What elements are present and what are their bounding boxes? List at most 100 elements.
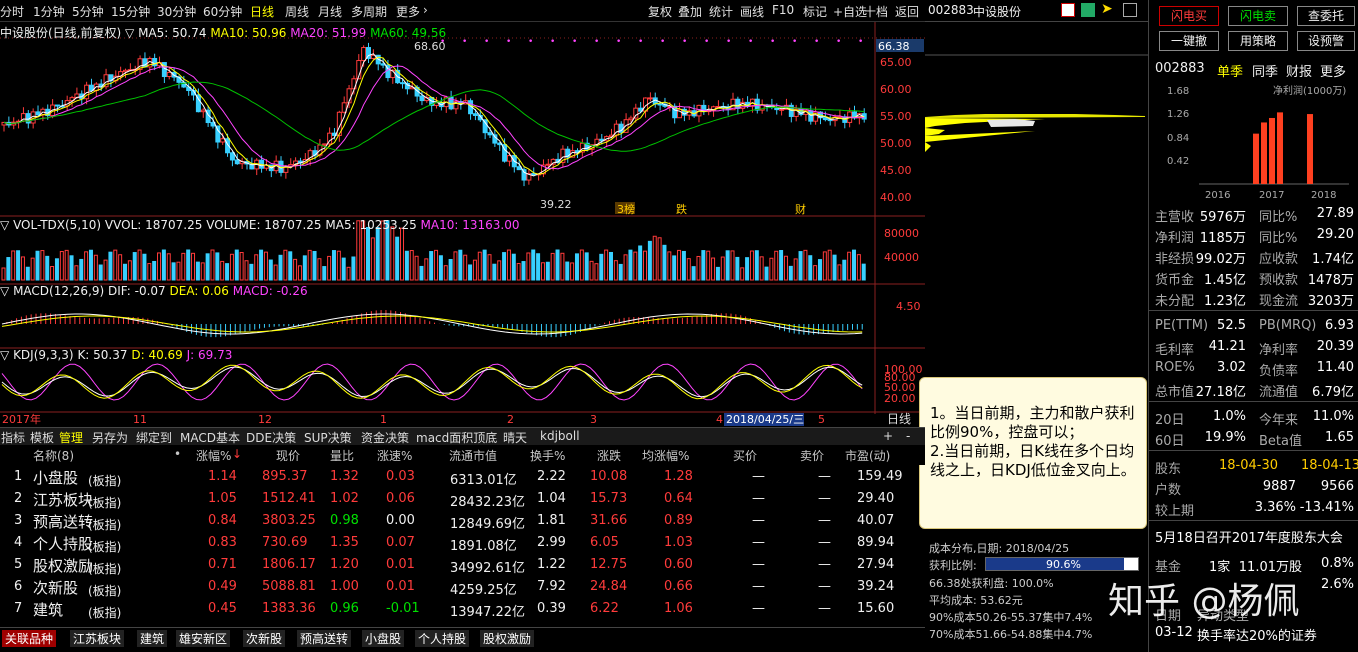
col-vr[interactable]: 量比	[330, 447, 354, 464]
tab-template[interactable]: 模板	[30, 429, 54, 446]
col-avg[interactable]: 均涨幅%	[642, 447, 689, 464]
tab-macd-area[interactable]: macd面积顶底	[416, 429, 497, 446]
event-die[interactable]: 跌	[676, 202, 687, 216]
fin-l1: 非经损	[1155, 252, 1195, 267]
tool-add-watch[interactable]: +自选	[833, 3, 867, 20]
volume-bar	[783, 255, 788, 281]
tool-draw[interactable]: 画线	[740, 3, 764, 20]
signal-dot: •	[462, 37, 467, 47]
tab-jiangsu[interactable]: 江苏板块	[70, 630, 125, 647]
tab-sup[interactable]: SUP决策	[304, 429, 352, 446]
period-week[interactable]: 周线	[285, 3, 309, 20]
tool-stats[interactable]: 统计	[709, 3, 733, 20]
set-alert-button[interactable]: 设预警	[1297, 31, 1355, 51]
tool-fuquan[interactable]: 复权	[648, 3, 672, 20]
event-cai[interactable]: 财	[795, 202, 806, 216]
tab-construction[interactable]: 建筑	[137, 630, 168, 647]
tab-related[interactable]: 关联品种	[2, 630, 57, 647]
tab-macd-basic[interactable]: MACD基本	[180, 429, 240, 446]
tool-overlay[interactable]: 叠加	[678, 3, 702, 20]
tab-save-as[interactable]: 另存为	[92, 429, 128, 446]
query-orders-button[interactable]: 查委托	[1297, 6, 1355, 26]
volume-bar	[458, 249, 463, 281]
flash-buy-button[interactable]: 闪电买	[1159, 6, 1219, 26]
cell-name: 预高送转	[33, 513, 94, 531]
col-turn[interactable]: 换手%	[530, 447, 565, 464]
volume-bar	[492, 263, 497, 281]
period-more[interactable]: 更多	[396, 3, 420, 20]
period-fenshi[interactable]: 分时	[0, 3, 24, 20]
tool-back[interactable]: 返回	[895, 3, 919, 20]
tool-level10[interactable]: 十档	[864, 3, 888, 20]
period-day[interactable]: 日线	[250, 3, 274, 20]
fin-v2: 1478万	[1307, 273, 1354, 288]
table-row[interactable]: 3 预高送转 (板指) 0.84 3803.25 0.98 0.00 12849.69亿 1.8…	[0, 510, 925, 532]
notes-icon[interactable]	[1061, 3, 1075, 17]
profit-bar	[1261, 122, 1267, 184]
col-diff[interactable]: 涨跌	[597, 447, 621, 464]
volume-bar	[652, 235, 657, 281]
holders-change2: -13.41%	[1299, 500, 1354, 515]
period-5min[interactable]: 5分钟	[72, 3, 104, 20]
tab-personal[interactable]: 个人持股	[415, 630, 470, 647]
tab-dde[interactable]: DDE决策	[246, 429, 296, 446]
tab-small-cap[interactable]: 小盘股	[362, 630, 405, 647]
tab-high-transfer[interactable]: 预高送转	[297, 630, 352, 647]
volume-bar	[225, 263, 230, 281]
tab-more[interactable]: 更多	[1320, 61, 1346, 80]
col-ask[interactable]: 卖价	[800, 447, 824, 464]
col-speed[interactable]: 涨速%	[377, 447, 412, 464]
volume-bar	[400, 227, 405, 281]
tab-report[interactable]: 财报	[1286, 61, 1312, 80]
flash-sell-button[interactable]: 闪电卖	[1228, 6, 1288, 26]
use-strategy-button[interactable]: 用策略	[1228, 31, 1288, 51]
col-price[interactable]: 现价	[276, 447, 300, 464]
chart-icon[interactable]	[1081, 3, 1095, 17]
col-chg[interactable]: 涨幅%	[196, 447, 231, 464]
tab-bind[interactable]: 绑定到	[136, 429, 172, 446]
tab-manage[interactable]: 管理	[59, 429, 83, 446]
period-multi[interactable]: 多周期	[351, 3, 387, 20]
volume-bar	[108, 251, 113, 281]
cell-vr: 0.98	[330, 513, 359, 528]
volume-bar	[623, 254, 628, 281]
table-row[interactable]: 5 股权激励 (板指) 0.71 1806.17 1.20 0.01 34992.61亿 1.2…	[0, 554, 925, 576]
tool-mark[interactable]: 标记	[803, 3, 827, 20]
tab-funds[interactable]: 资金决策	[361, 429, 409, 446]
period-indicator[interactable]: 日线	[887, 412, 911, 426]
chevron-down-icon[interactable]: ▽	[125, 26, 134, 40]
period-15min[interactable]: 15分钟	[111, 3, 150, 20]
minus-icon[interactable]: -	[906, 429, 910, 443]
plus-icon[interactable]: +	[883, 429, 893, 443]
tab-zhibiao[interactable]: 指标	[1, 429, 25, 446]
tab-equity-incentive[interactable]: 股权激励	[480, 630, 535, 647]
tool-f10[interactable]: F10	[772, 3, 794, 17]
period-60min[interactable]: 60分钟	[203, 3, 242, 20]
tab-sunny[interactable]: 晴天	[503, 429, 527, 446]
tab-xiongan[interactable]: 雄安新区	[176, 630, 231, 647]
event-bang[interactable]: 3榜	[617, 202, 635, 216]
table-row[interactable]: 2 江苏板块 (板指) 1.05 1512.41 1.02 0.06 28432.23亿 1.0…	[0, 488, 925, 510]
table-row[interactable]: 4 个人持股 (板指) 0.83 730.69 1.35 0.07 1891.08亿 2.99 6…	[0, 532, 925, 554]
arrow-icon[interactable]: ➤	[1101, 1, 1113, 17]
tab-new-stock[interactable]: 次新股	[243, 630, 286, 647]
tab-kdjboll[interactable]: kdjboll	[540, 429, 580, 443]
chevron-down-icon[interactable]: ▽	[0, 348, 9, 362]
period-month[interactable]: 月线	[318, 3, 342, 20]
table-row[interactable]: 6 次新股 (板指) 0.49 5088.81 1.00 0.01 4259.25亿 7.92 2…	[0, 576, 925, 598]
col-bid[interactable]: 买价	[733, 447, 757, 464]
chevron-down-icon[interactable]: ▽	[0, 218, 9, 232]
col-pe[interactable]: 市盈(动)	[845, 447, 890, 464]
table-row[interactable]: 1 小盘股 (板指) 1.14 895.37 1.32 0.03 6313.01亿 2.22 10…	[0, 466, 925, 488]
period-1min[interactable]: 1分钟	[33, 3, 65, 20]
col-mcap[interactable]: 流通市值	[449, 447, 497, 464]
tab-same-quarter[interactable]: 同季	[1252, 61, 1278, 80]
chevron-down-icon[interactable]: ▽	[0, 284, 9, 298]
tab-quarter[interactable]: 单季	[1217, 61, 1243, 80]
period-30min[interactable]: 30分钟	[157, 3, 196, 20]
cancel-all-button[interactable]: 一键撤	[1159, 31, 1219, 51]
col-name[interactable]: 名称(8)	[33, 447, 74, 464]
kline-chart[interactable]: • • • • • • • • • • • • • • • • • • • • 66.38 65.00 60.00 5…	[0, 22, 925, 442]
table-row[interactable]: 7 建筑 (板指) 0.45 1383.36 0.96 -0.01 13947.22亿 0.39…	[0, 598, 925, 620]
grid-icon[interactable]	[1123, 3, 1137, 17]
